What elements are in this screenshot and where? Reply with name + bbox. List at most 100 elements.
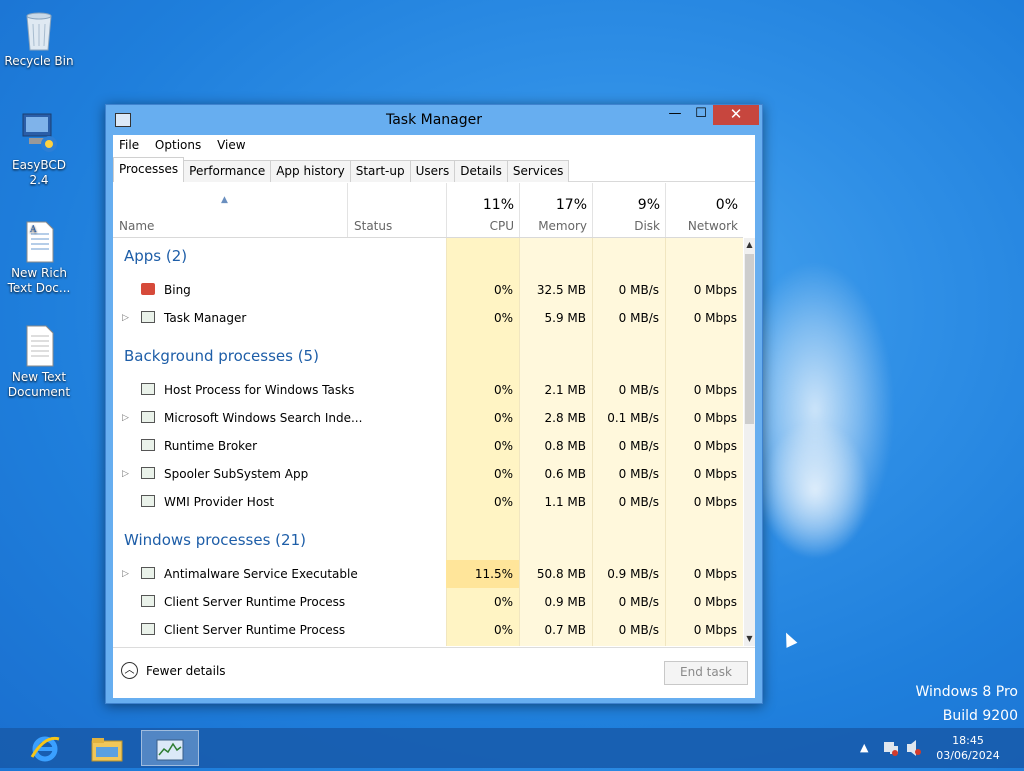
group-title: Background processes (5)	[124, 347, 319, 365]
process-row[interactable]: ▷ Task Manager 0% 5.9 MB 0 MB/s 0 Mbps	[113, 304, 743, 332]
process-name: Spooler SubSystem App	[164, 467, 309, 481]
watermark-build: Build 9200	[942, 708, 1018, 724]
process-name: Host Process for Windows Tasks	[164, 383, 355, 397]
process-name: Bing	[164, 283, 191, 297]
printer-icon	[141, 467, 155, 479]
group-header: Windows processes (21)	[113, 526, 743, 554]
taskbar: ▲ 18:45 03/06/2024	[0, 728, 1024, 768]
process-icon	[141, 623, 155, 635]
network-cell: 0 Mbps	[693, 623, 737, 637]
expand-chevron-icon[interactable]: ▷	[122, 460, 129, 488]
desktop-icon-easybcd[interactable]: EasyBCD 2.4	[1, 112, 77, 188]
menu-view[interactable]: View	[211, 135, 251, 155]
column-disk-label: Disk	[634, 219, 660, 233]
network-cell: 0 Mbps	[665, 644, 743, 646]
column-network[interactable]: 0% Network	[665, 183, 744, 237]
column-network-label: Network	[687, 219, 738, 233]
clock-time: 18:45	[952, 734, 984, 747]
volume-muted-icon[interactable]	[905, 728, 923, 768]
cpu-cell: 0%	[493, 623, 513, 637]
scroll-thumb[interactable]	[745, 254, 754, 424]
process-name: Task Manager	[164, 311, 247, 325]
desktop-icon-new-text[interactable]: New Text Document	[1, 324, 77, 400]
process-row[interactable]: Host Process for Windows Tasks 0% 2.1 MB 0 …	[113, 376, 743, 404]
rich-text-document-icon: A	[19, 220, 59, 264]
memory-cell: 0.7 MB	[544, 623, 586, 637]
expand-chevron-icon[interactable]: ▷	[122, 304, 129, 332]
sort-up-icon: ▲	[221, 195, 228, 205]
memory-cell: 1.1 MB	[544, 495, 586, 509]
process-row[interactable]: Bing 0% 32.5 MB 0 MB/s 0 Mbps	[113, 276, 743, 304]
memory-cell: 2.1 MB	[544, 383, 586, 397]
column-name[interactable]: ▲ Name	[113, 183, 347, 237]
tab-processes[interactable]: Processes	[113, 157, 185, 182]
window-client: File Options View Processes Performance Ap…	[113, 135, 755, 698]
network-cell: 0 Mbps	[693, 411, 737, 425]
tab-start-up[interactable]: Start-up	[349, 160, 411, 182]
disk-cell: 0 MB/s	[618, 623, 659, 637]
disk-total: 9%	[637, 197, 660, 213]
minimize-button[interactable]: —	[661, 105, 689, 125]
network-cell: 0 Mbps	[693, 311, 737, 325]
tray-expand-icon[interactable]: ▲	[860, 728, 868, 768]
memory-cell: 2.8 MB	[544, 411, 586, 425]
menu-file[interactable]: File	[113, 135, 145, 155]
process-row[interactable]: WMI Provider Host 0% 1.1 MB 0 MB/s 0 Mbps	[113, 488, 743, 516]
cpu-cell: 11.5%	[446, 560, 519, 588]
desktop-icon-recycle-bin[interactable]: Recycle Bin	[1, 8, 77, 69]
cpu-cell: 0%	[493, 595, 513, 609]
tab-app-history[interactable]: App history	[270, 160, 351, 182]
disk-cell: 0 MB/s	[618, 383, 659, 397]
expand-chevron-icon[interactable]: ▷	[122, 404, 129, 432]
easybcd-icon	[19, 112, 59, 156]
system-clock[interactable]: 18:45 03/06/2024	[930, 733, 1006, 763]
wallpaper-flower-2	[760, 420, 870, 560]
process-row[interactable]: ▷ Antimalware Service Executable 11.5% 50.8…	[113, 560, 743, 588]
process-row[interactable]: Runtime Broker 0% 0.8 MB 0 MB/s 0 Mbps	[113, 432, 743, 460]
column-disk[interactable]: 9% Disk	[592, 183, 666, 237]
process-name: Runtime Broker	[164, 439, 258, 453]
tab-details[interactable]: Details	[454, 160, 508, 182]
process-row[interactable]: ▷ Spooler SubSystem App 0% 0.6 MB 0 MB/s 0 Mb…	[113, 460, 743, 488]
memory-total: 17%	[555, 197, 587, 213]
chevron-up-icon[interactable]: ︿	[121, 662, 138, 679]
cpu-cell: 0%	[493, 283, 513, 297]
tab-users[interactable]: Users	[409, 160, 456, 182]
maximize-button[interactable]: ☐	[687, 105, 715, 125]
expand-chevron-icon[interactable]: ▷	[122, 560, 129, 588]
memory-cell: 18.3 MB	[519, 644, 592, 646]
fewer-details-link[interactable]: Fewer details	[146, 664, 226, 678]
clock-date: 03/06/2024	[936, 749, 1000, 762]
process-row[interactable]: Desktop Window Manager 0%18.3 MB0 MB/s0 M…	[113, 644, 743, 646]
internet-explorer-icon[interactable]	[16, 730, 74, 766]
column-cpu[interactable]: 11% CPU	[446, 183, 520, 237]
network-cell: 0 Mbps	[693, 283, 737, 297]
network-cell: 0 Mbps	[693, 467, 737, 481]
title-bar[interactable]: Task Manager — ☐ ✕	[106, 105, 762, 135]
process-row[interactable]: Client Server Runtime Process 0% 0.9 MB 0 M…	[113, 588, 743, 616]
menu-options[interactable]: Options	[149, 135, 207, 155]
scroll-down-icon[interactable]: ▼	[744, 632, 755, 646]
network-total: 0%	[715, 197, 738, 213]
network-cell: 0 Mbps	[693, 383, 737, 397]
column-status[interactable]: Status	[347, 183, 447, 237]
file-explorer-icon[interactable]	[78, 730, 136, 766]
network-status-icon[interactable]	[882, 728, 900, 768]
search-indexer-icon	[141, 411, 155, 423]
end-task-button[interactable]: End task	[664, 661, 748, 685]
memory-cell: 0.6 MB	[544, 467, 586, 481]
process-name: Client Server Runtime Process	[164, 595, 346, 609]
tab-services[interactable]: Services	[506, 160, 570, 182]
task-manager-taskbar-icon[interactable]	[141, 730, 199, 766]
scroll-up-icon[interactable]: ▲	[744, 238, 755, 252]
process-row[interactable]: Client Server Runtime Process 0% 0.7 MB 0 M…	[113, 616, 743, 644]
cpu-cell: 0%	[493, 495, 513, 509]
process-row[interactable]: ▷ Microsoft Windows Search Inde... 0% 2.8 M…	[113, 404, 743, 432]
disk-cell: 0 MB/s	[592, 644, 665, 646]
desktop-icon-new-rich-text[interactable]: A New Rich Text Doc...	[1, 220, 77, 296]
task-manager-icon	[141, 311, 155, 323]
tab-performance[interactable]: Performance	[183, 160, 272, 182]
column-memory[interactable]: 17% Memory	[519, 183, 593, 237]
close-button[interactable]: ✕	[713, 105, 759, 125]
vertical-scrollbar[interactable]: ▲ ▼	[744, 238, 755, 646]
